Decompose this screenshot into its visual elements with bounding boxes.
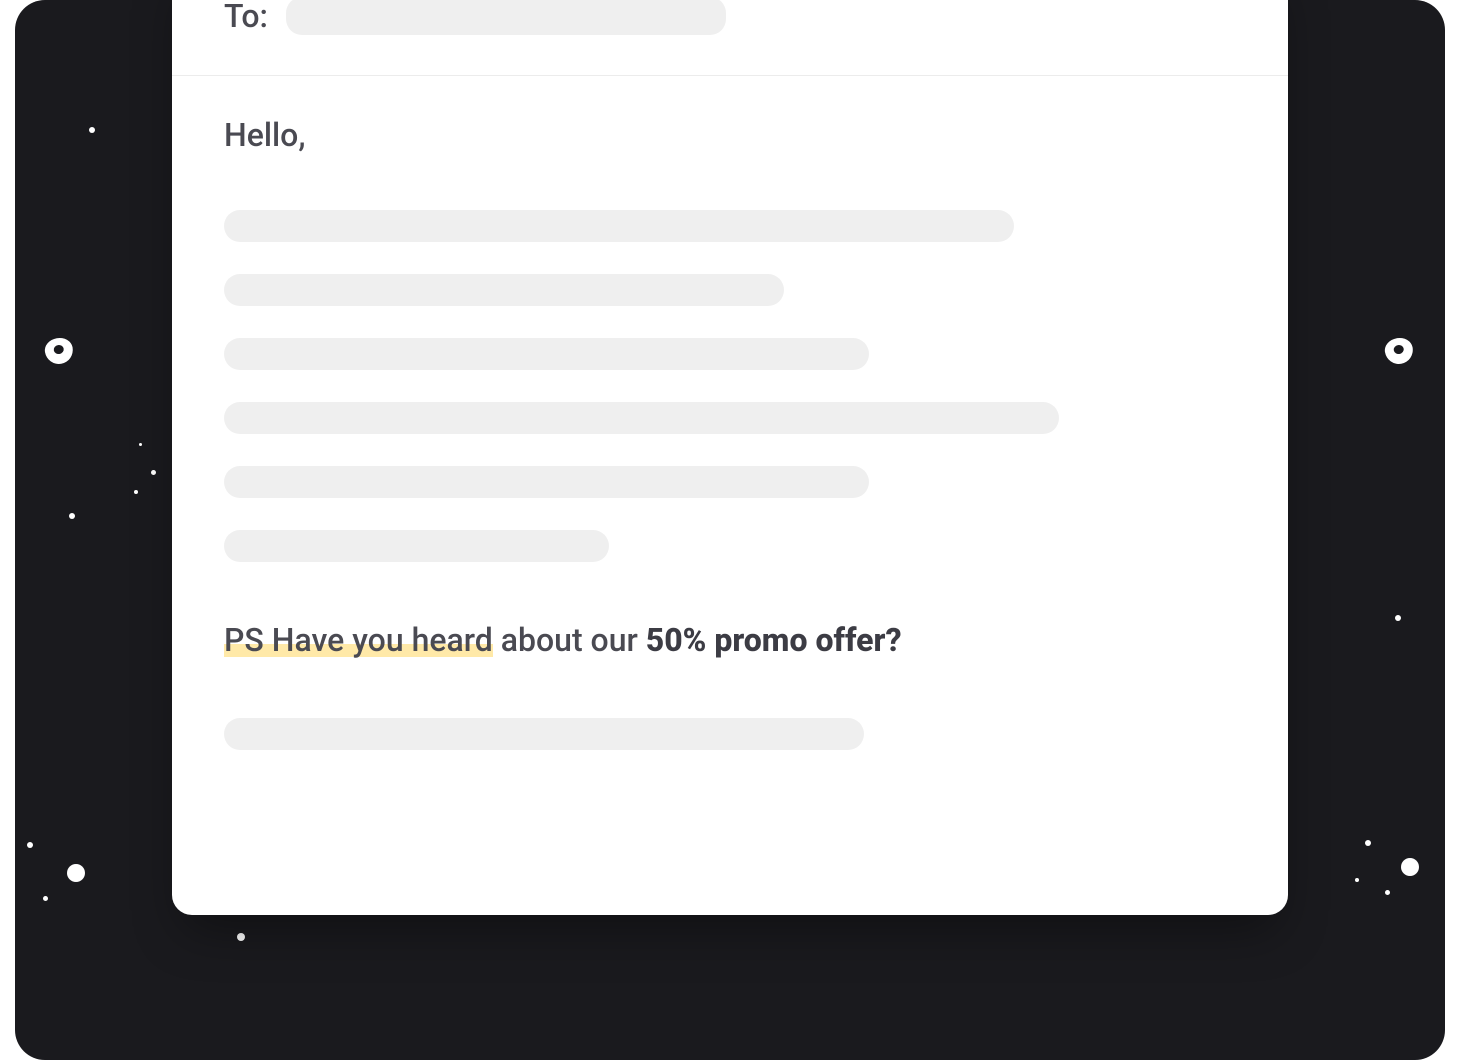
star-icon [237,933,245,941]
star-icon [69,513,75,519]
star-icon [43,896,48,901]
ps-text: PS Have you heard about our 50% promo of… [224,620,1236,662]
star-icon [1385,890,1390,895]
star-icon [1355,878,1359,882]
star-icon [67,864,85,882]
star-icon [139,443,142,446]
body-line-placeholder [224,210,1014,242]
body-line-placeholder [224,274,784,306]
body-line-placeholder [224,466,869,498]
star-icon [1365,840,1371,846]
star-icon [27,842,33,848]
star-icon [89,127,95,133]
body-line-placeholder [224,530,609,562]
ps-mid-text: about our [493,621,646,659]
email-card: To: Hello, PS Have you heard about our 5… [172,0,1288,915]
body-line-placeholder [224,718,864,750]
email-body: Hello, PS Have you heard about our 50% p… [172,76,1288,790]
planet-icon [43,336,75,366]
body-line-placeholder [224,338,869,370]
to-row: To: [172,0,1288,76]
to-field-placeholder[interactable] [286,0,726,35]
star-icon [1395,615,1401,621]
ps-bold-text: 50% promo offer? [646,621,902,659]
greeting-text: Hello, [224,116,1236,154]
body-placeholder-group [224,210,1236,562]
body-line-placeholder [224,402,1059,434]
ps-highlight-text: PS Have you heard [224,621,493,659]
planet-icon [1383,336,1415,366]
star-icon [1401,858,1419,876]
star-icon [151,470,156,475]
star-icon [134,490,138,494]
to-label: To: [224,0,268,35]
